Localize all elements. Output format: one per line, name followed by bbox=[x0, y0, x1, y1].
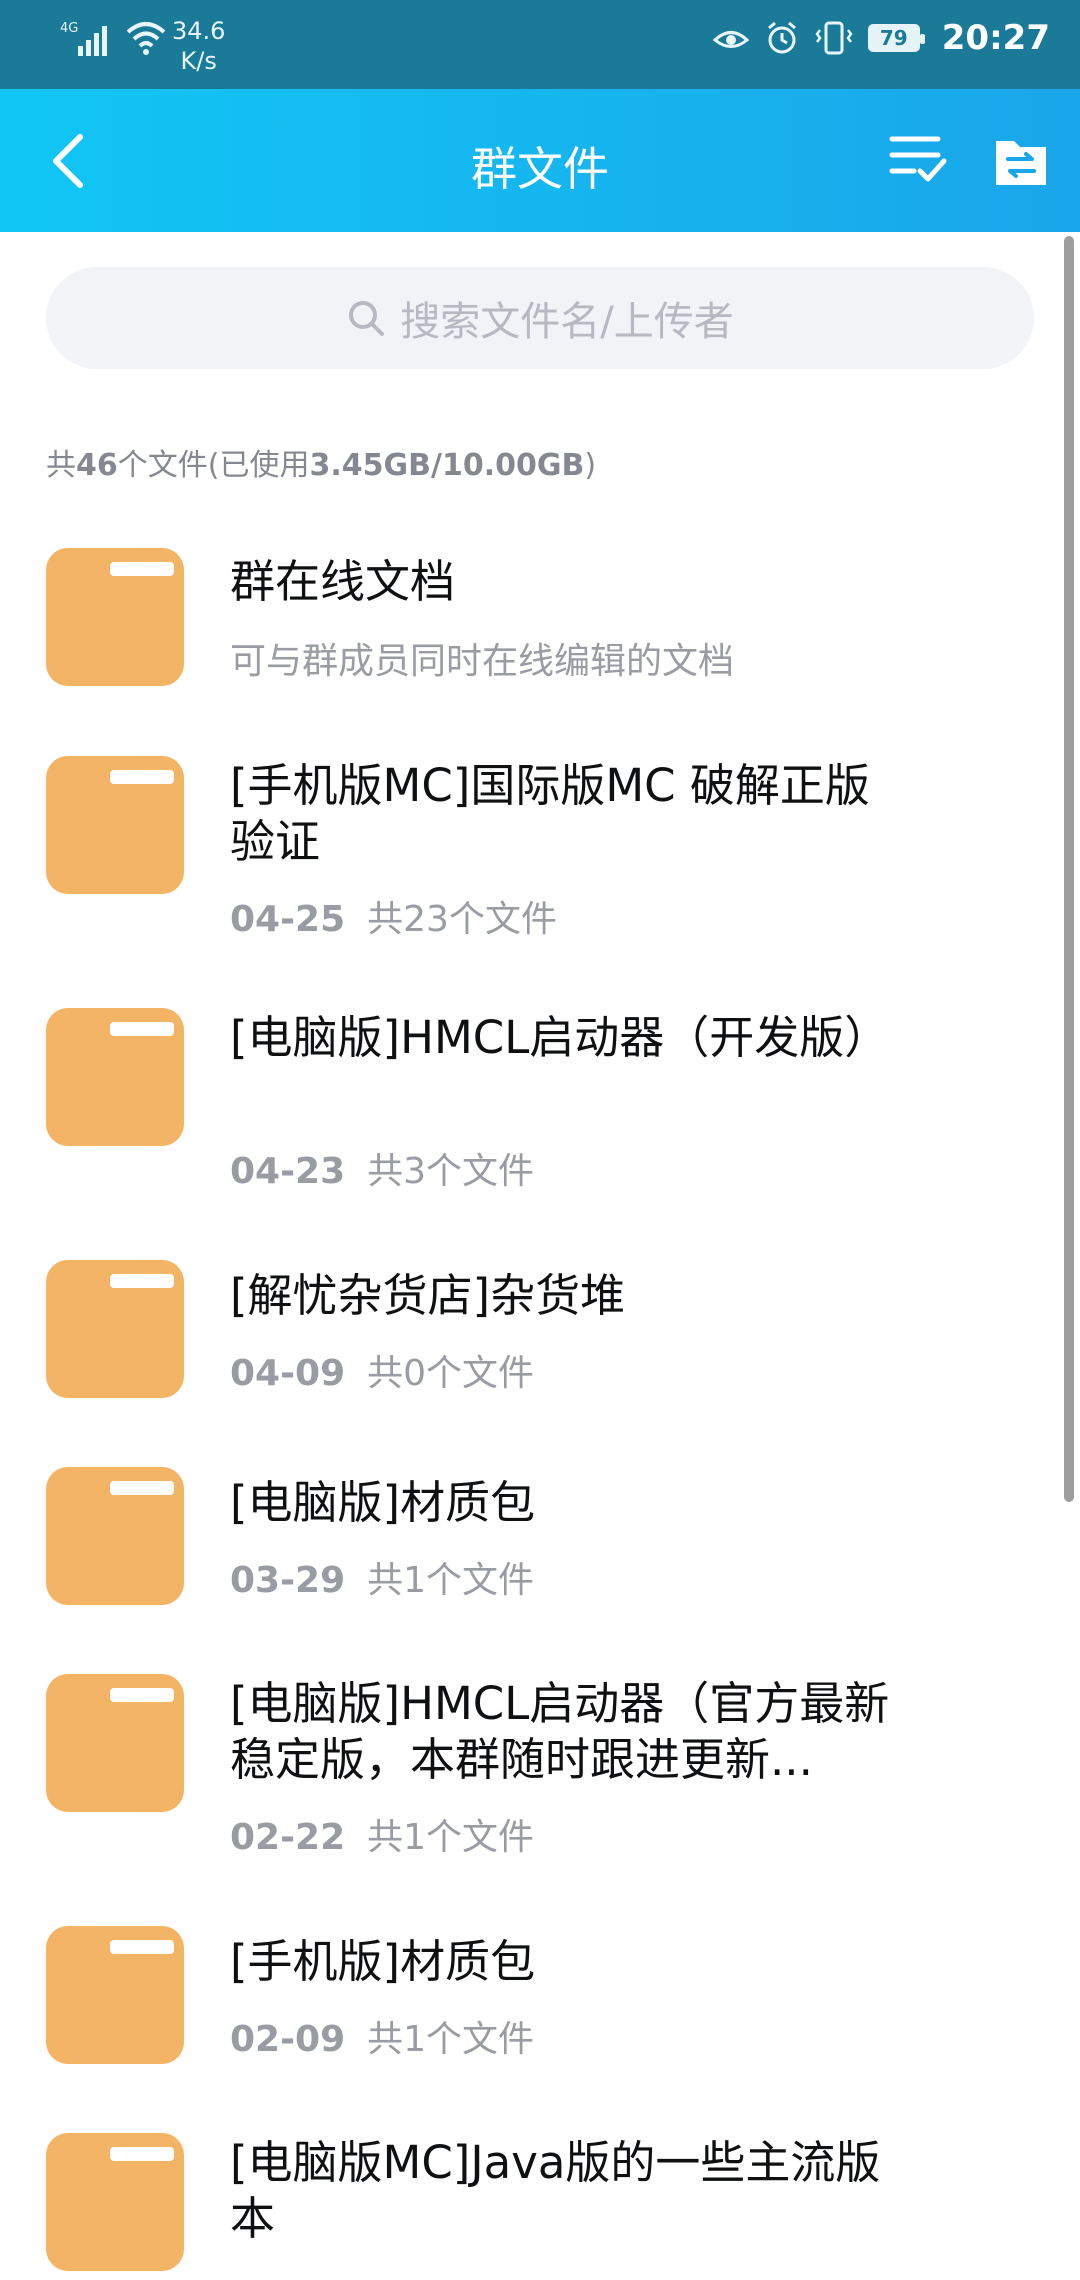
folder-icon bbox=[46, 1467, 184, 1605]
folder-icon bbox=[46, 1926, 184, 2064]
folder-title: [电脑版]材质包 bbox=[230, 1476, 536, 1529]
folder-count: 共3个文件 bbox=[367, 1151, 535, 1192]
status-bar: 4G 34.6 K/s 79 20:27 bbox=[0, 0, 1080, 89]
folder-item[interactable]: [手机版MC]国际版MC 破解正版验证 04-25 共23个文件 bbox=[0, 756, 1080, 946]
vibrate-icon bbox=[815, 21, 853, 55]
folder-title: [手机版MC]国际版MC 破解正版验证 bbox=[230, 759, 870, 868]
folder-title: [电脑版]HMCL启动器（开发版） bbox=[230, 1011, 890, 1064]
folder-title: [电脑版]HMCL启动器（官方最新稳定版，本群随时跟进更新... bbox=[230, 1677, 890, 1786]
folder-item[interactable]: [电脑版]HMCL启动器（官方最新稳定版，本群随时跟进更新... 02-22 共1… bbox=[0, 1674, 1080, 1864]
folder-icon bbox=[46, 548, 184, 686]
folder-icon bbox=[46, 1008, 184, 1146]
folder-count: 共1个文件 bbox=[367, 2019, 535, 2060]
search-bar[interactable]: 搜索文件名/上传者 bbox=[46, 267, 1034, 369]
folder-icon bbox=[46, 1260, 184, 1398]
folder-meta: 02-09 共1个文件 bbox=[230, 2010, 534, 2062]
status-left: 4G bbox=[58, 18, 168, 58]
folder-item[interactable]: [电脑版]材质包 03-29 共1个文件 bbox=[0, 1467, 1080, 1607]
folder-transfer-icon bbox=[996, 141, 1046, 185]
folder-item-online-docs[interactable]: 群在线文档 可与群成员同时在线编辑的文档 bbox=[0, 548, 1080, 698]
clock: 20:27 bbox=[941, 18, 1050, 58]
folder-date: 03-29 bbox=[230, 1560, 346, 1601]
folder-item[interactable]: [手机版]材质包 02-09 共1个文件 bbox=[0, 1926, 1080, 2066]
title-bar: 群文件 bbox=[0, 89, 1080, 232]
scrollbar[interactable] bbox=[1064, 236, 1074, 1502]
folder-icon bbox=[46, 756, 184, 894]
folder-count: 共23个文件 bbox=[367, 899, 557, 940]
folder-meta: 02-22 共1个文件 bbox=[230, 1808, 534, 1860]
alarm-icon bbox=[767, 21, 796, 54]
folder-icon bbox=[46, 2133, 184, 2271]
folder-title: [手机版]材质包 bbox=[230, 1935, 536, 1988]
sort-list-button[interactable] bbox=[888, 131, 948, 187]
folder-count: 共0个文件 bbox=[367, 1353, 535, 1394]
folder-count: 共1个文件 bbox=[367, 1560, 535, 1601]
network-type: 4G bbox=[60, 21, 78, 36]
folder-date: 02-09 bbox=[230, 2019, 346, 2060]
folder-title: [电脑版MC]Java版的一些主流版本 bbox=[230, 2136, 881, 2245]
folder-count: 共1个文件 bbox=[367, 1817, 535, 1858]
status-right: 79 20:27 bbox=[712, 18, 1050, 58]
battery-indicator: 79 bbox=[867, 24, 925, 52]
wifi-icon bbox=[126, 22, 166, 55]
search-icon bbox=[349, 301, 385, 336]
folder-subtitle: 可与群成员同时在线编辑的文档 bbox=[230, 641, 735, 682]
folder-icon bbox=[46, 1674, 184, 1812]
folder-date: 04-09 bbox=[230, 1353, 346, 1394]
cellular-signal-icon: 4G bbox=[60, 21, 107, 56]
folder-item[interactable]: [电脑版MC]Java版的一些主流版本 bbox=[0, 2133, 1080, 2280]
folder-item[interactable]: [电脑版]HMCL启动器（开发版） 04-23 共3个文件 bbox=[0, 1008, 1080, 1198]
folder-title: 群在线文档 bbox=[230, 555, 456, 608]
folder-meta: 04-23 共3个文件 bbox=[230, 1142, 534, 1194]
list-check-icon bbox=[889, 136, 947, 182]
folder-meta: 03-29 共1个文件 bbox=[230, 1551, 534, 1603]
network-speed: 34.6 K/s bbox=[172, 17, 226, 75]
file-transfer-button[interactable] bbox=[994, 137, 1048, 187]
search-placeholder: 搜索文件名/上传者 bbox=[400, 299, 734, 345]
folder-date: 02-22 bbox=[230, 1817, 346, 1858]
folder-date: 04-25 bbox=[230, 899, 346, 940]
folder-meta: 04-09 共0个文件 bbox=[230, 1344, 534, 1396]
folder-item[interactable]: [解忧杂货店]杂货堆 04-09 共0个文件 bbox=[0, 1260, 1080, 1400]
folder-meta: 04-25 共23个文件 bbox=[230, 890, 557, 942]
folder-title: [解忧杂货店]杂货堆 bbox=[230, 1269, 626, 1322]
folder-date: 04-23 bbox=[230, 1151, 346, 1192]
files-summary: 共46个文件(已使用3.45GB/10.00GB) bbox=[46, 448, 597, 483]
eye-comfort-icon bbox=[712, 31, 750, 48]
